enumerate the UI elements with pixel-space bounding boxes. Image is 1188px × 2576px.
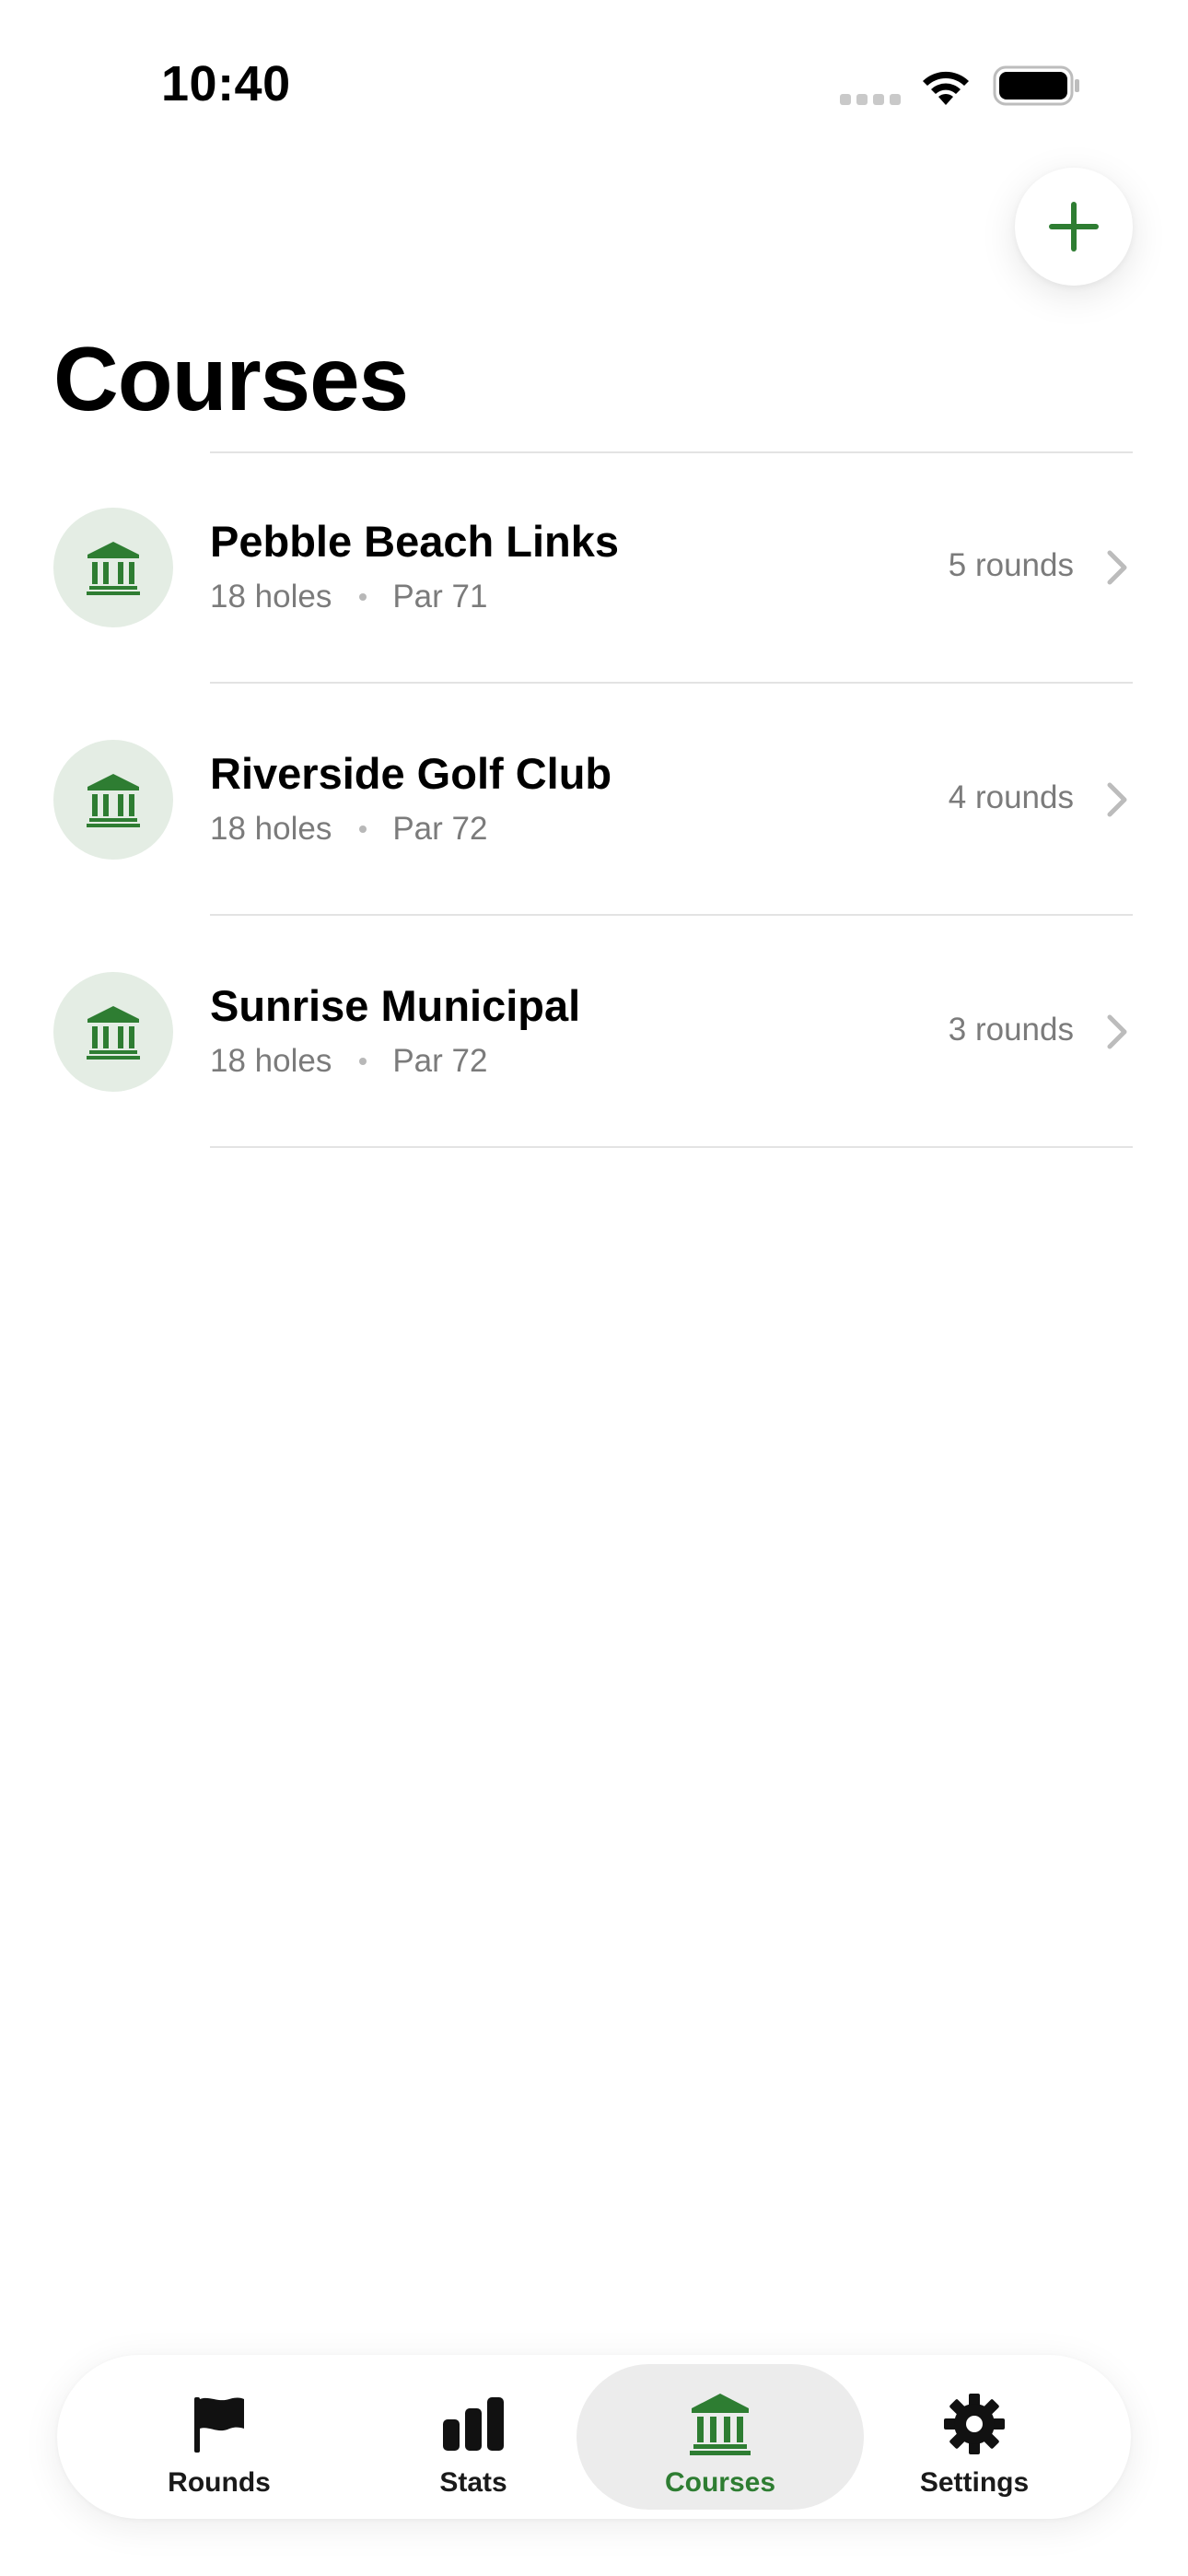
chevron-right-icon — [1107, 1014, 1127, 1049]
course-meta: 18 holes Par 71 — [210, 579, 487, 615]
meta-separator-dot — [359, 593, 367, 601]
tab-rounds[interactable]: Rounds — [76, 2364, 363, 2510]
gear-icon — [944, 2394, 1005, 2454]
status-time: 10:40 — [161, 56, 291, 111]
chevron-right-icon — [1107, 550, 1127, 585]
course-holes: 18 holes — [210, 579, 332, 615]
tab-label: Settings — [919, 2467, 1030, 2498]
course-rounds-count: 3 rounds — [948, 1012, 1074, 1048]
battery-icon — [993, 65, 1079, 106]
meta-separator-dot — [359, 825, 367, 833]
building-columns-icon — [87, 1006, 140, 1060]
tab-courses[interactable]: Courses — [577, 2364, 864, 2510]
flag-icon — [194, 2397, 244, 2453]
course-name: Pebble Beach Links — [210, 517, 620, 566]
building-columns-icon — [87, 774, 140, 827]
building-columns-icon — [690, 2394, 751, 2455]
course-row[interactable]: Sunrise Municipal 18 holes Par 72 3 roun… — [0, 916, 1188, 1148]
tab-label: Courses — [664, 2467, 776, 2498]
add-course-button[interactable] — [1015, 168, 1133, 286]
tab-settings[interactable]: Settings — [831, 2364, 1118, 2510]
course-avatar — [53, 508, 173, 627]
course-par: Par 71 — [392, 579, 488, 615]
course-holes: 18 holes — [210, 811, 332, 847]
course-rounds-count: 5 rounds — [948, 547, 1074, 583]
course-meta: 18 holes Par 72 — [210, 811, 487, 848]
bar-chart-icon — [443, 2397, 504, 2451]
list-divider — [210, 1146, 1133, 1148]
course-rounds-count: 4 rounds — [948, 779, 1074, 815]
status-bar: 10:40 — [0, 0, 1188, 175]
course-avatar — [53, 740, 173, 860]
meta-separator-dot — [359, 1058, 367, 1065]
tab-stats[interactable]: Stats — [330, 2364, 617, 2510]
tab-label: Rounds — [168, 2467, 271, 2498]
plus-icon — [1049, 202, 1099, 252]
cellular-signal-icon — [840, 94, 901, 105]
tab-label: Stats — [439, 2467, 507, 2498]
course-par: Par 72 — [392, 811, 488, 847]
course-name: Riverside Golf Club — [210, 749, 612, 798]
course-avatar — [53, 972, 173, 1092]
course-name: Sunrise Municipal — [210, 981, 581, 1030]
course-row[interactable]: Pebble Beach Links 18 holes Par 71 5 rou… — [0, 451, 1188, 684]
chevron-right-icon — [1107, 782, 1127, 817]
course-par: Par 72 — [392, 1043, 488, 1079]
building-columns-icon — [87, 542, 140, 595]
course-row[interactable]: Riverside Golf Club 18 holes Par 72 4 ro… — [0, 684, 1188, 916]
tab-bar: Rounds Stats Courses Settings — [57, 2355, 1131, 2519]
course-holes: 18 holes — [210, 1043, 332, 1079]
page-title: Courses — [53, 328, 409, 429]
wifi-icon — [923, 71, 969, 105]
course-meta: 18 holes Par 72 — [210, 1043, 487, 1080]
